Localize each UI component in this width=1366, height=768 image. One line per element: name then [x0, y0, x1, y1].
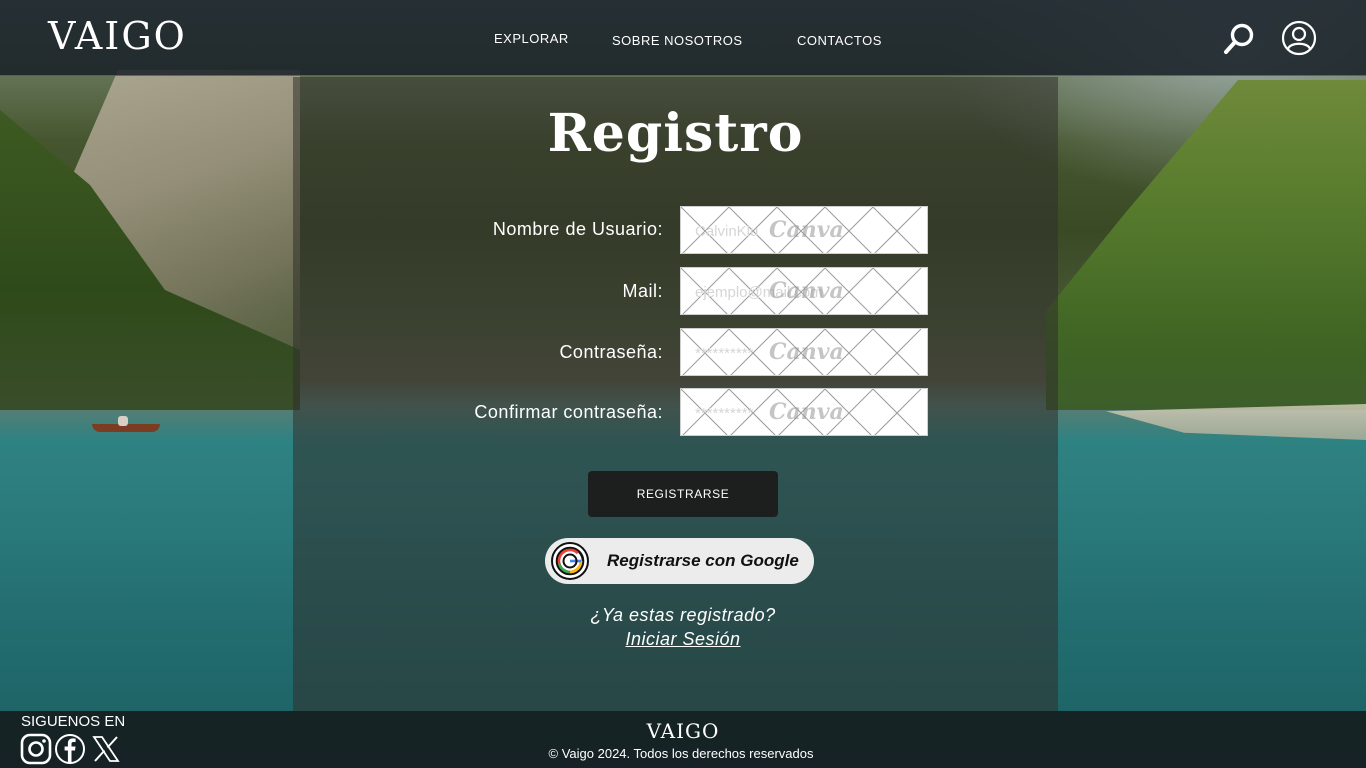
google-icon — [551, 542, 589, 580]
top-navbar: VAIGO EXPLORAR SOBRE NOSOTROS CONTACTOS — [0, 0, 1366, 76]
username-input[interactable] — [681, 207, 927, 253]
google-signup-label: Registrarse con Google — [607, 551, 799, 570]
mail-input[interactable] — [681, 268, 927, 314]
confirm-password-label: Confirmar contraseña: — [474, 402, 663, 422]
password-input[interactable] — [681, 329, 927, 375]
background-rower — [118, 416, 128, 426]
nav-link-explorar[interactable]: EXPLORAR — [494, 31, 569, 46]
username-label: Nombre de Usuario: — [492, 219, 663, 239]
footer: SIGUENOS EN VAIGO © Vaigo 2024. Todos lo… — [0, 711, 1366, 768]
confirm-password-field-box: Canva — [680, 388, 928, 436]
mail-field-box: Canva — [680, 267, 928, 315]
login-link[interactable]: Iniciar Sesión — [293, 629, 1073, 650]
background-forest-right — [1046, 80, 1366, 410]
search-icon[interactable] — [1222, 22, 1256, 56]
registration-panel: Registro Nombre de Usuario: Canva Mail: … — [293, 77, 1058, 711]
mail-label: Mail: — [622, 281, 663, 301]
copyright-text: © Vaigo 2024. Todos los derechos reserva… — [548, 746, 814, 761]
user-icon[interactable] — [1281, 20, 1317, 56]
google-signup-button[interactable]: Registrarse con Google — [545, 538, 814, 584]
password-field-box: Canva — [680, 328, 928, 376]
nav-link-sobre-nosotros[interactable]: SOBRE NOSOTROS — [612, 33, 743, 48]
register-button[interactable]: REGISTRARSE — [588, 471, 778, 517]
page-title: Registro — [547, 103, 804, 164]
nav-link-contactos[interactable]: CONTACTOS — [797, 33, 882, 48]
confirm-password-input[interactable] — [681, 389, 927, 435]
password-label: Contraseña: — [559, 342, 663, 362]
username-field-box: Canva — [680, 206, 928, 254]
footer-logo: VAIGO — [646, 719, 720, 743]
already-registered-text: ¿Ya estas registrado? — [590, 605, 776, 625]
brand-logo[interactable]: VAIGO — [48, 14, 187, 58]
